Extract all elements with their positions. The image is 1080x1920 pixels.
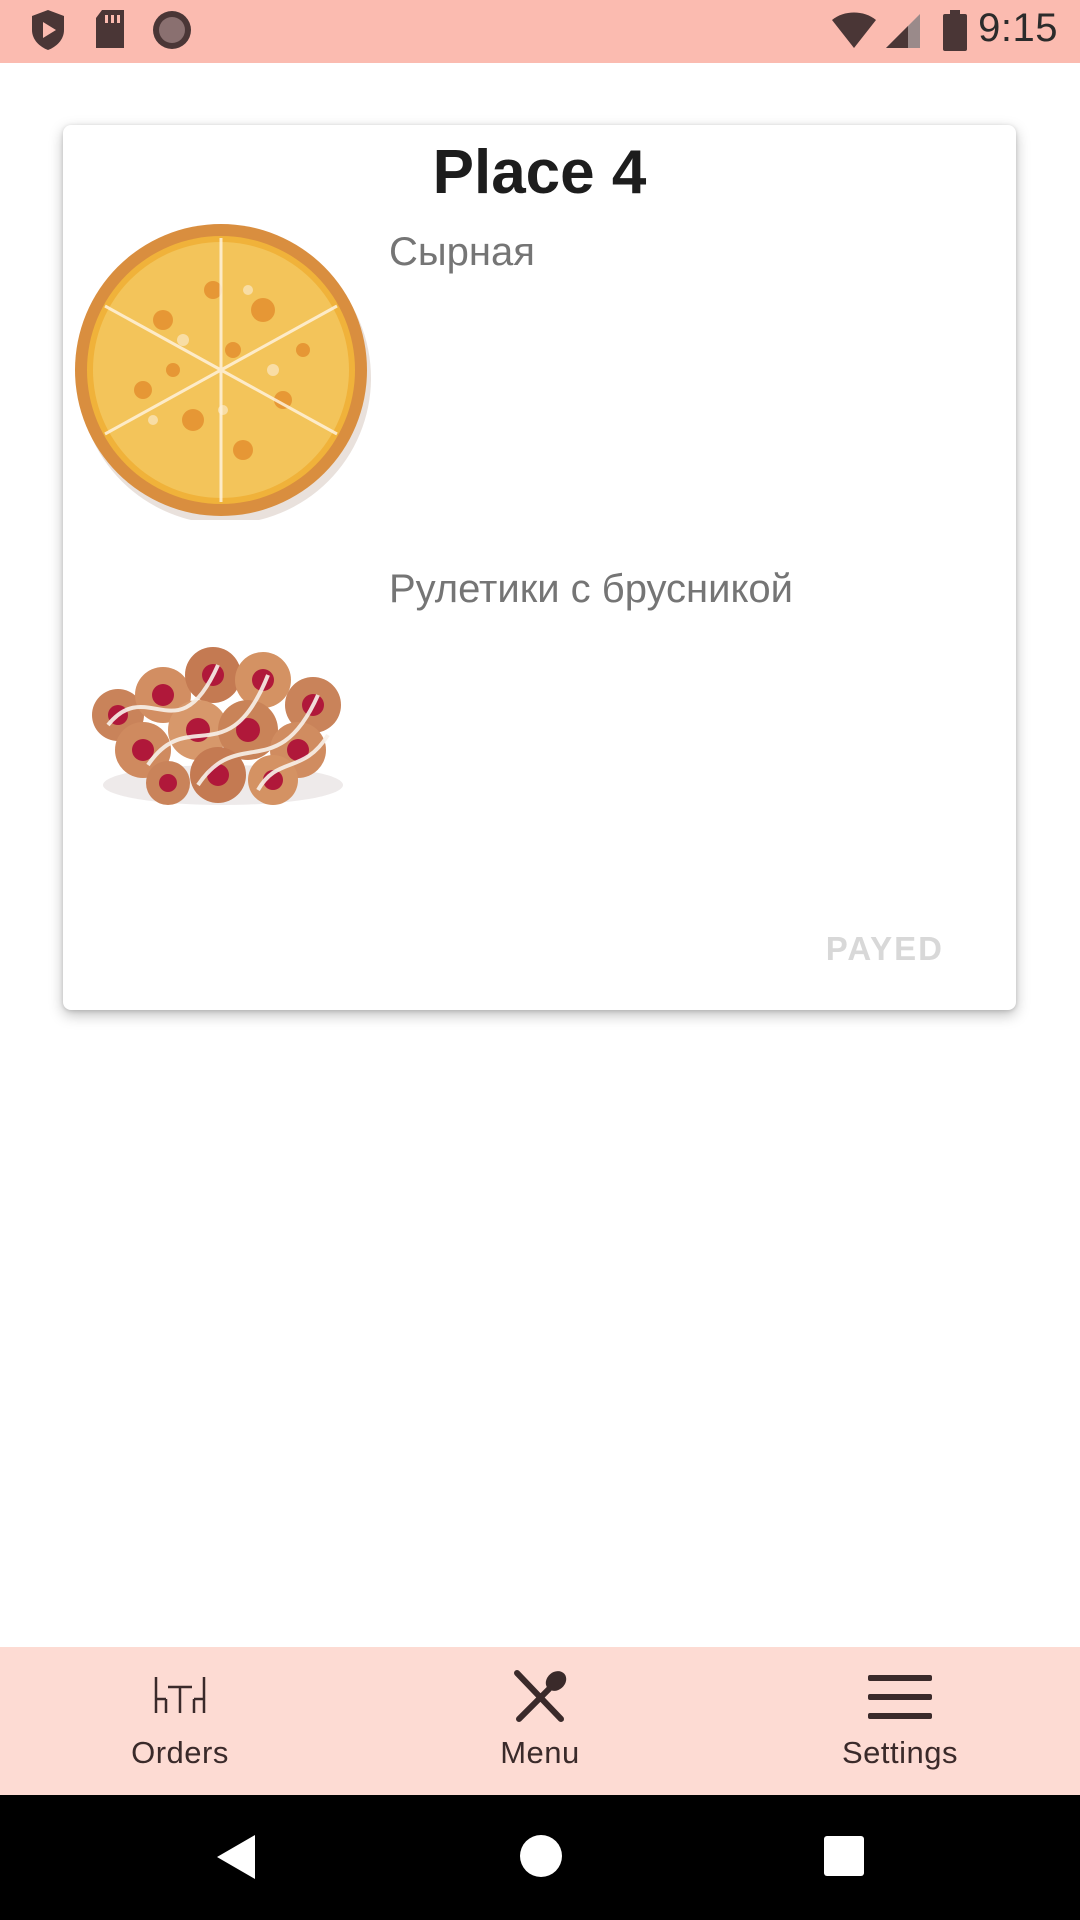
status-time: 9:15 [978,6,1058,50]
play-protect-icon [28,8,68,57]
cheese-pizza-image [73,220,373,525]
nav-label: Settings [841,1735,958,1770]
home-icon[interactable] [518,1833,564,1884]
item-name: Рулетики с брусникой [389,567,794,611]
payed-button[interactable]: PAYED [826,930,944,968]
nav-label: Menu [500,1735,580,1770]
battery-icon [942,10,968,57]
nav-item-orders[interactable]: Orders [0,1647,360,1795]
bottom-navigation: Orders Menu Settings [0,1647,1080,1795]
wifi-icon [830,10,878,55]
fork-knife-icon [360,1667,720,1730]
nav-item-settings[interactable]: Settings [720,1647,1080,1795]
order-card[interactable]: Place 4 Сырная Рулетики с брусникой PAYE… [63,125,1016,1010]
nav-label: Orders [131,1735,229,1770]
back-icon[interactable] [215,1833,257,1886]
system-navigation-bar [0,1795,1080,1920]
table-chairs-icon [0,1673,360,1722]
hamburger-menu-icon [720,1675,1080,1726]
status-bar: 9:15 [0,0,1080,63]
recents-icon[interactable] [824,1836,864,1881]
nav-item-menu[interactable]: Menu [360,1647,720,1795]
sd-card-icon [92,8,128,57]
signal-icon [884,12,922,55]
record-icon [150,8,194,57]
lingonberry-rolls-image [88,615,358,820]
place-title: Place 4 [432,138,647,207]
item-name: Сырная [389,230,535,274]
